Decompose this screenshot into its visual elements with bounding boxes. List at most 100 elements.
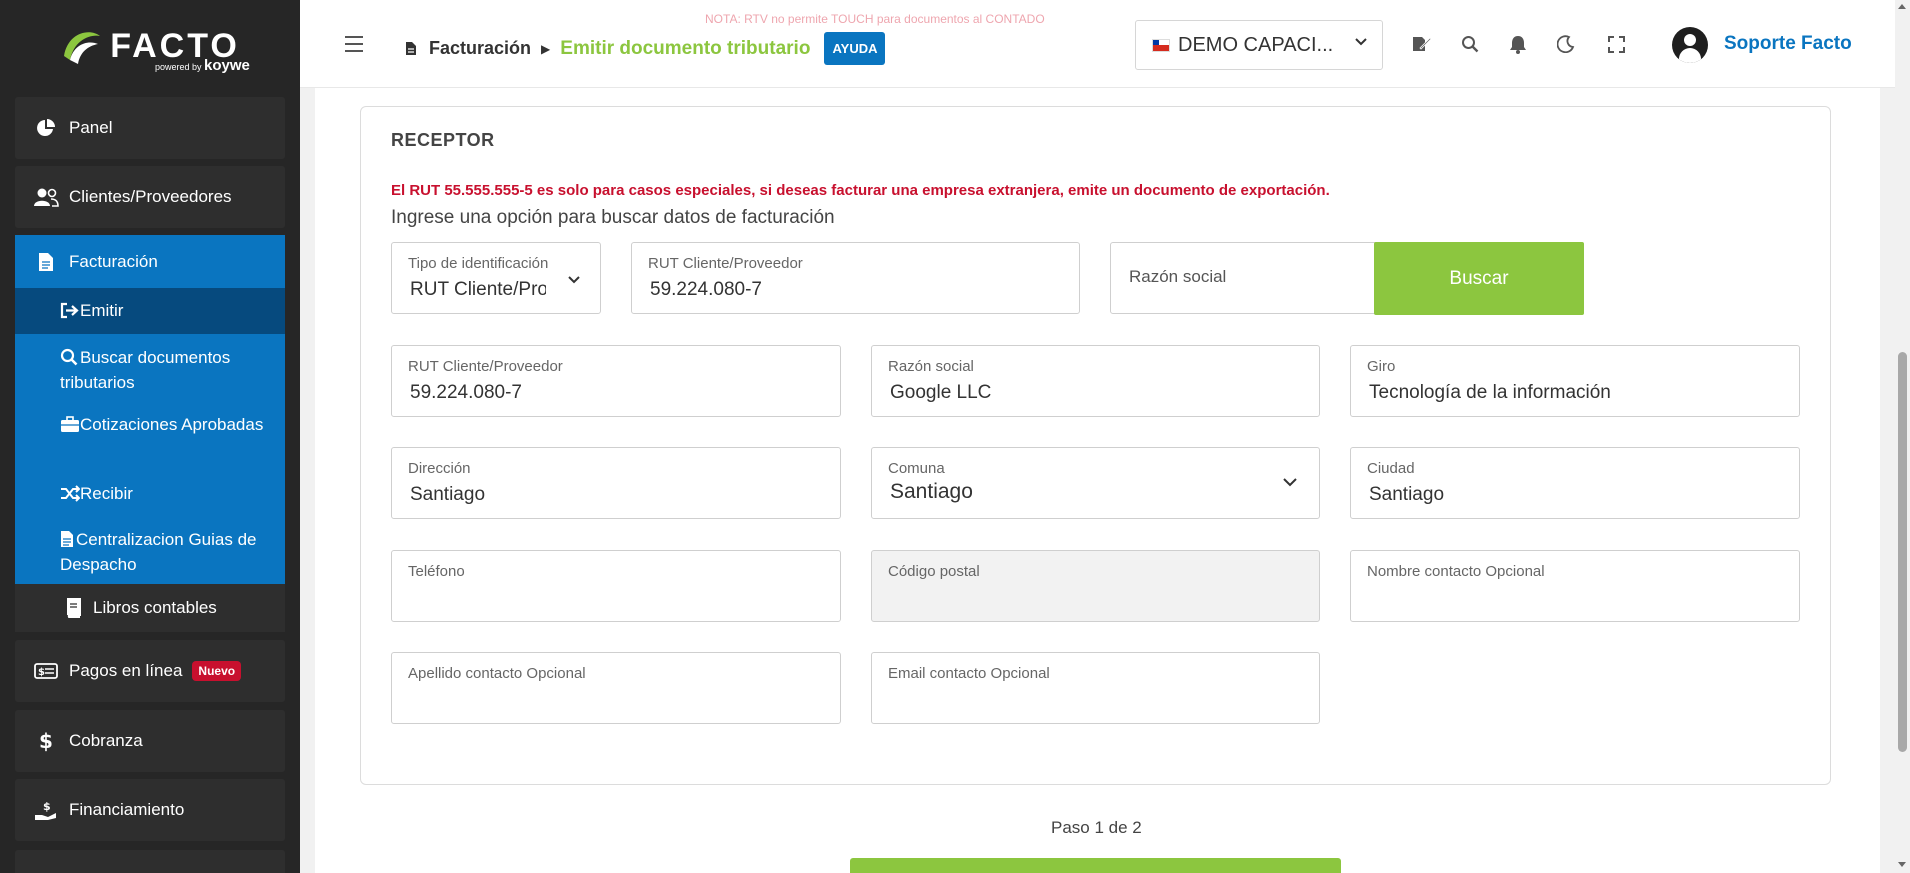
menu-toggle-icon[interactable] [345,36,363,57]
search-rut-input[interactable]: RUT Cliente/Proveedor 59.224.080-7 [631,242,1080,314]
sidebar-subitem-centralizacion[interactable]: Centralizacion Guias de Despacho [60,529,275,576]
giro-field[interactable]: Giro Tecnología de la información [1350,345,1800,417]
sidebar-subitem-label: Centralizacion Guias de Despacho [60,530,257,574]
fullscreen-icon[interactable] [1606,34,1626,54]
id-type-select[interactable]: Tipo de identificación RUT Cliente/Prove… [391,242,601,314]
caret-right-icon: ▶ [541,41,551,56]
nombre-contacto-field[interactable]: Nombre contacto Opcional [1350,550,1800,622]
sidebar-subitem-cotizaciones[interactable]: Cotizaciones Aprobadas [60,414,275,439]
scroll-up-icon[interactable] [1898,4,1906,9]
comuna-select[interactable]: Comuna Santiago [871,447,1320,519]
sidebar-subitem-label: Buscar documentos tributarios [60,348,231,392]
sidebar-item-facturacion[interactable]: Facturación [15,235,285,288]
help-button[interactable]: AYUDA [824,32,886,65]
sign-document-icon[interactable] [1412,34,1432,54]
chevron-down-icon [1355,38,1367,46]
dollar-icon: $ [39,729,53,753]
sidebar-subitem-emitir[interactable]: Emitir [60,300,275,325]
search-button[interactable]: Buscar [1374,242,1584,315]
scroll-down-icon[interactable] [1898,862,1906,867]
field-label: Ciudad [1367,460,1415,477]
sidebar-subitem-label: Cotizaciones Aprobadas [80,415,264,434]
field-value: Santiago [410,484,486,505]
razon-social-field[interactable]: Razón social Google LLC [871,345,1320,417]
logo-powered: powered by koywe [155,57,250,74]
rut-warning: El RUT 55.555.555-5 es solo para casos e… [391,182,1330,199]
sidebar-item-clientes[interactable]: Clientes/Proveedores [15,166,285,228]
breadcrumb-current: Emitir documento tributario [560,37,811,59]
field-label: Razón social [888,358,974,375]
avatar[interactable] [1672,27,1708,63]
receptor-title: RECEPTOR [391,130,495,150]
field-value: 59.224.080-7 [410,382,522,403]
field-value: Santiago [890,480,973,503]
sidebar: FACTO powered by koywe Panel Clientes/Pr… [0,0,300,873]
field-label: Tipo de identificación [408,255,549,272]
step-indicator: Paso 1 de 2 [1051,818,1142,837]
sidebar-item-label: Panel [69,118,113,137]
field-label: Teléfono [408,563,465,580]
field-value: RUT Cliente/Proveedor [410,279,546,300]
breadcrumb-section[interactable]: Facturación [429,38,531,59]
facto-logo-icon [64,32,101,64]
sidebar-item-label: Pagos en línea [69,661,183,680]
book-icon [65,598,81,618]
powered-by-text: powered by [155,62,202,72]
user-name[interactable]: Soporte Facto [1724,33,1852,55]
direccion-field[interactable]: Dirección Santiago [391,447,841,519]
apellido-contacto-field[interactable]: Apellido contacto Opcional [391,652,841,724]
sidebar-item-pagos[interactable]: $ Pagos en línea Nuevo [15,640,285,702]
rut-field[interactable]: RUT Cliente/Proveedor 59.224.080-7 [391,345,841,417]
email-contacto-field[interactable]: Email contacto Opcional [871,652,1320,724]
field-label: RUT Cliente/Proveedor [648,255,803,272]
briefcase-icon [60,416,80,439]
sidebar-item-next[interactable] [15,850,285,873]
pie-chart-icon [33,118,59,138]
field-value: Google LLC [890,382,992,403]
scroll-thumb[interactable] [1898,352,1907,752]
logo[interactable]: FACTO powered by koywe [0,0,300,92]
company-select[interactable]: DEMO CAPACI... [1135,20,1383,70]
field-label: Apellido contacto Opcional [408,665,586,682]
field-label: Email contacto Opcional [888,665,1050,682]
telefono-field[interactable]: Teléfono [391,550,841,622]
sidebar-item-cobranza[interactable]: $ Cobranza [15,710,285,772]
file-icon [60,530,76,554]
hand-money-icon: $ [33,799,59,821]
new-badge: Nuevo [192,661,242,681]
field-placeholder: Razón social [1129,267,1227,286]
svg-text:$: $ [43,800,51,813]
sidebar-item-label: Financiamiento [69,800,185,819]
field-label: Comuna [888,460,945,477]
sidebar-item-financiamiento[interactable]: $ Financiamiento [15,779,285,841]
ciudad-field[interactable]: Ciudad Santiago [1350,447,1800,519]
sidebar-item-label: Facturación [69,251,158,271]
sidebar-subitem-buscar[interactable]: Buscar documentos tributarios [60,347,275,394]
search-hint: Ingrese una opción para buscar datos de … [391,207,835,228]
bell-icon[interactable] [1508,34,1528,54]
field-label: Giro [1367,358,1396,375]
moon-icon[interactable] [1556,34,1576,54]
sidebar-item-label: Clientes/Proveedores [69,187,232,206]
sidebar-item-label: Libros contables [93,598,217,617]
sidebar-subitem-label: Emitir [80,301,124,320]
codigo-postal-field[interactable]: Código postal [871,550,1320,622]
search-icon[interactable] [1460,34,1480,54]
document-icon [406,42,416,55]
sidebar-item-panel[interactable]: Panel [15,97,285,159]
sidebar-item-libros[interactable]: Libros contables [15,584,285,632]
field-label: Código postal [888,563,980,580]
sign-out-icon [60,302,80,325]
svg-text:$: $ [38,667,45,678]
search-icon [60,348,80,372]
field-label: Dirección [408,460,471,477]
field-label: RUT Cliente/Proveedor [408,358,563,375]
next-button[interactable] [850,858,1341,873]
field-label: Nombre contacto Opcional [1367,563,1545,580]
chevron-down-icon [568,276,580,284]
sidebar-group-facturacion: Facturación Emitir Buscar documentos tri… [15,235,285,619]
field-value: 59.224.080-7 [650,279,762,300]
scrollbar[interactable] [1895,0,1910,873]
sidebar-subitem-recibir[interactable]: Recibir [60,483,275,508]
koywe-brand-text: koywe [204,57,250,74]
